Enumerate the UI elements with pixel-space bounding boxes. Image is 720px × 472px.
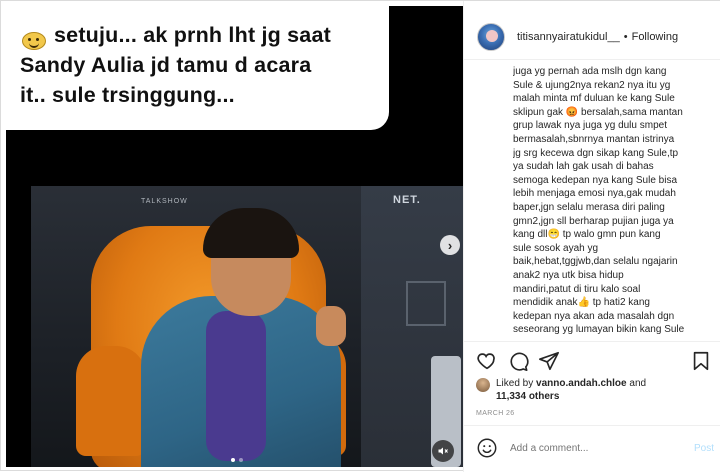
caption-line-2: Sandy Aulia jd tamu d acara bbox=[20, 53, 312, 77]
author-username[interactable]: titisannyairatukidul__ bbox=[517, 31, 620, 43]
mute-button[interactable] bbox=[432, 440, 454, 462]
header-divider bbox=[464, 59, 720, 60]
add-comment-divider bbox=[464, 425, 720, 426]
guest-shirt bbox=[206, 311, 266, 461]
grinning-emoji-icon bbox=[22, 32, 46, 50]
post-side-panel: titisannyairatukidul__ • Following juga … bbox=[463, 1, 720, 472]
caption-comment-text: juga yg pernah ada mslh dgn kang Sule & … bbox=[513, 66, 685, 336]
add-comment-input[interactable] bbox=[510, 442, 694, 454]
heart-icon[interactable] bbox=[476, 350, 498, 372]
comment-icon[interactable] bbox=[507, 350, 529, 372]
likes-and: and bbox=[629, 378, 647, 389]
post-window: NET. TALKSHOW setuju... ak prnh lht jg s… bbox=[0, 0, 720, 472]
video-frame[interactable]: NET. TALKSHOW bbox=[31, 186, 463, 467]
show-logo: TALKSHOW bbox=[141, 198, 188, 205]
guest-hand bbox=[316, 306, 346, 346]
paper-plane-icon[interactable] bbox=[538, 350, 560, 372]
liker-avatar[interactable] bbox=[476, 378, 490, 392]
post-media[interactable]: NET. TALKSHOW setuju... ak prnh lht jg s… bbox=[6, 6, 463, 467]
speaker-muted-icon bbox=[438, 447, 448, 455]
carousel-dot-2 bbox=[239, 458, 243, 462]
comments-divider bbox=[464, 341, 720, 342]
next-slide-button[interactable]: › bbox=[440, 235, 460, 255]
emoji-smiley-icon[interactable] bbox=[476, 437, 498, 459]
carousel-indicator bbox=[231, 458, 243, 462]
bookmark-icon[interactable] bbox=[690, 350, 712, 372]
armchair-left-arm bbox=[76, 346, 146, 456]
likes-text: Liked by vanno.andah.chloe and 11,334 ot… bbox=[496, 377, 646, 403]
liker-username[interactable]: vanno.andah.chloe bbox=[536, 378, 627, 389]
post-header: titisannyairatukidul__ • Following bbox=[464, 19, 720, 55]
add-comment-row: Post bbox=[476, 437, 714, 459]
studio-window bbox=[406, 281, 446, 326]
following-button[interactable]: Following bbox=[632, 31, 678, 43]
overlay-caption: setuju... ak prnh lht jg saat Sandy Auli… bbox=[6, 6, 389, 130]
caption-line-1: setuju... ak prnh lht jg saat bbox=[54, 23, 331, 47]
carousel-dot-1 bbox=[231, 458, 235, 462]
likes-prefix: Liked by bbox=[496, 378, 534, 389]
post-date[interactable]: MARCH 26 bbox=[476, 410, 515, 417]
post-comment-button[interactable]: Post bbox=[694, 443, 714, 454]
channel-logo: NET. bbox=[393, 194, 421, 206]
header-separator: • bbox=[623, 31, 628, 43]
author-avatar[interactable] bbox=[477, 23, 505, 51]
chevron-right-icon: › bbox=[447, 237, 453, 253]
caption-line-3: it.. sule trsinggung... bbox=[20, 83, 235, 107]
likes-summary: Liked by vanno.andah.chloe and 11,334 ot… bbox=[476, 377, 646, 402]
likes-count[interactable]: 11,334 others bbox=[496, 391, 559, 402]
guest-hair bbox=[203, 208, 299, 258]
action-bar bbox=[476, 350, 714, 372]
